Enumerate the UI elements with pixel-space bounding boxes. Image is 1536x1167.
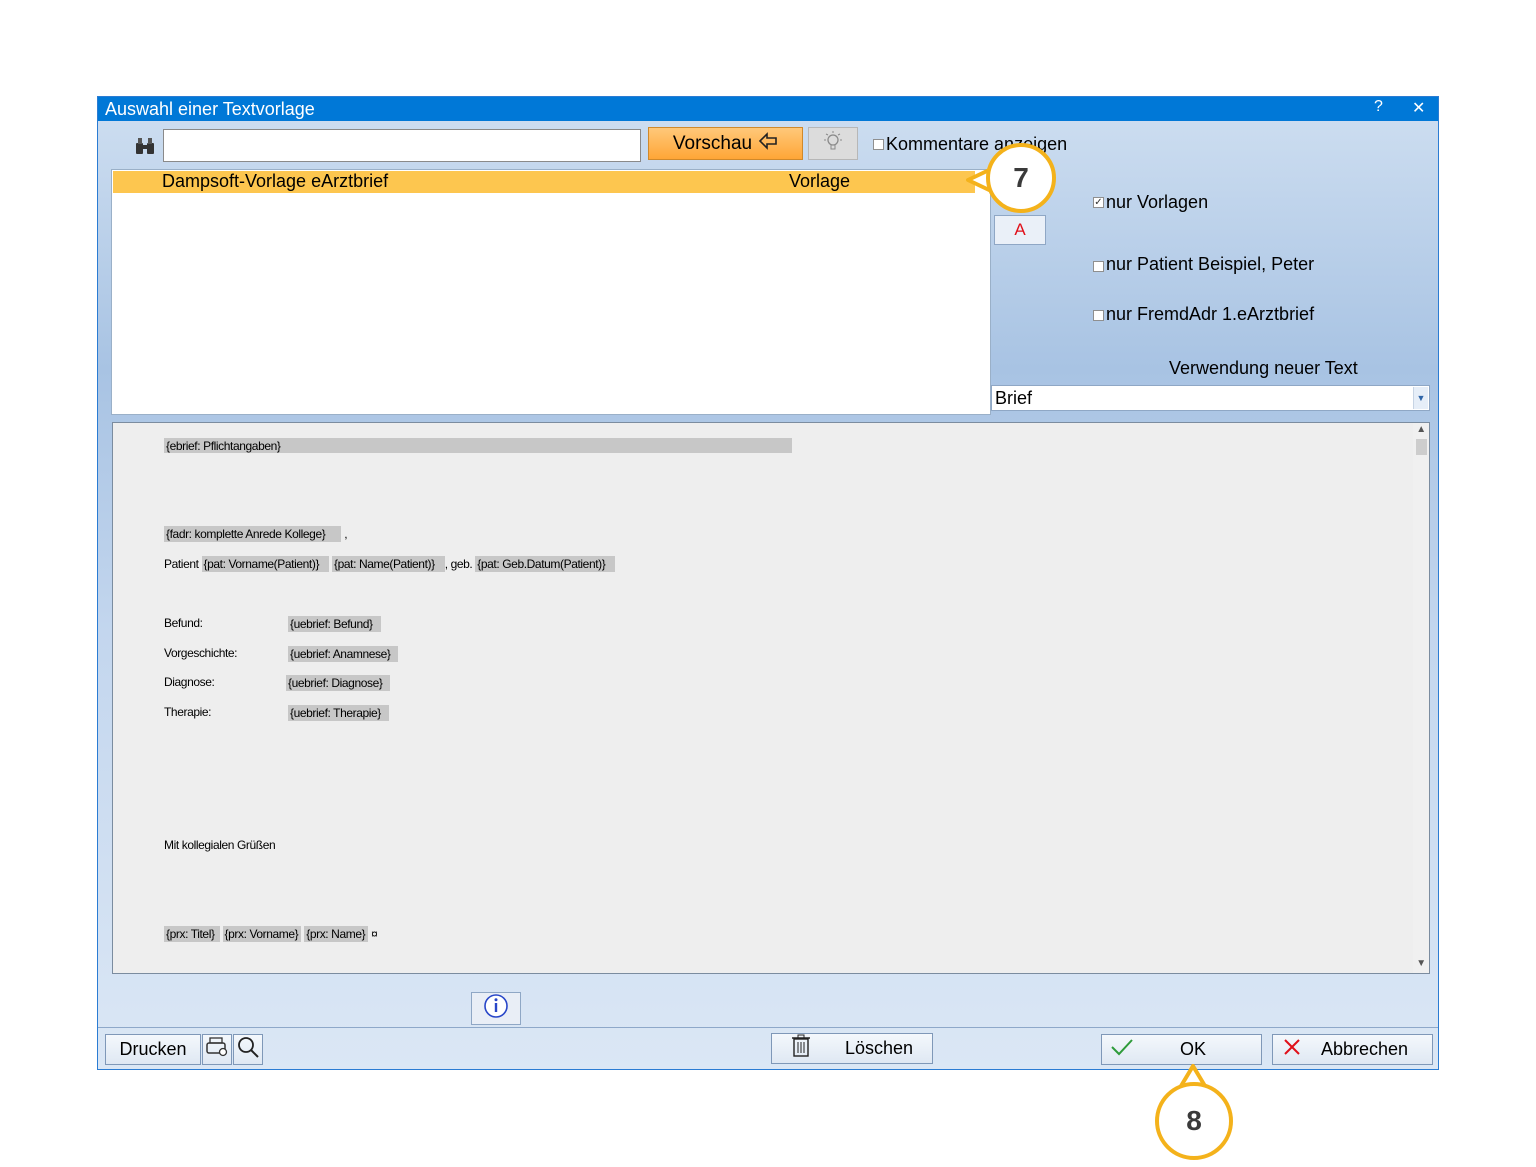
pflicht-field: {ebrief: Pflichtangaben} — [164, 438, 792, 453]
callout-badge-7: 7 — [986, 143, 1056, 213]
filter-vorlagen-checkbox[interactable]: ✓ — [1093, 197, 1104, 208]
therapie-field: {uebrief: Therapie} — [288, 705, 389, 721]
scroll-up-icon[interactable]: ▲ — [1413, 424, 1429, 438]
trash-icon — [791, 1034, 811, 1063]
template-list[interactable]: Dampsoft-Vorlage eArztbrief Vorlage — [111, 169, 991, 415]
title-bar[interactable]: Auswahl einer Textvorlage ? ✕ — [98, 97, 1438, 121]
filter-fremdadr-checkbox[interactable] — [1093, 310, 1104, 321]
document-preview[interactable]: {ebrief: Pflichtangaben} {fadr: komplett… — [112, 422, 1430, 974]
search-input[interactable] — [163, 129, 641, 162]
geb-label: , geb. — [444, 557, 473, 571]
delete-label: Löschen — [844, 1038, 914, 1058]
vorgeschichte-field: {uebrief: Anamnese} — [288, 646, 399, 662]
befund-label: Befund: — [164, 616, 203, 630]
anrede-field: {fadr: komplette Anrede Kollege} — [164, 526, 342, 542]
filter-patient-checkbox[interactable] — [1093, 261, 1104, 272]
therapie-label: Therapie: — [164, 705, 212, 719]
cancel-label: Abbrechen — [1321, 1039, 1409, 1059]
ok-label: OK — [1180, 1039, 1207, 1059]
font-a-button[interactable]: A — [994, 215, 1046, 245]
befund-field: {uebrief: Befund} — [288, 616, 381, 632]
help-button[interactable]: ? — [1374, 98, 1383, 116]
delete-button[interactable]: Löschen — [771, 1033, 933, 1064]
usage-select-value: Brief — [995, 388, 1033, 408]
pat-geb-field: {pat: Geb.Datum(Patient)} — [475, 556, 616, 572]
magnifier-icon — [236, 1035, 260, 1064]
cancel-button[interactable]: Abbrechen — [1272, 1034, 1433, 1065]
diagnose-label: Diagnose: — [164, 675, 215, 689]
usage-label: Verwendung neuer Text — [1169, 358, 1358, 378]
lightbulb-icon — [820, 130, 846, 157]
window-title: Auswahl einer Textvorlage — [105, 99, 315, 119]
list-item-name: Dampsoft-Vorlage eArztbrief — [162, 171, 389, 191]
filter-vorlagen-label: nur Vorlagen — [1106, 192, 1209, 212]
x-red-icon — [1283, 1038, 1301, 1061]
prx-name-field: {prx: Name} — [304, 926, 369, 942]
pflicht-text: {ebrief: Pflichtangaben} — [166, 439, 281, 453]
scroll-down-icon[interactable]: ▼ — [1413, 958, 1429, 972]
print-preview-button[interactable] — [233, 1034, 263, 1065]
usage-select[interactable]: Brief ▼ — [991, 385, 1430, 411]
closing-text: Mit kollegialen Grüßen — [164, 838, 276, 852]
check-icon — [1110, 1037, 1134, 1062]
close-button[interactable]: ✕ — [1412, 98, 1425, 118]
preview-button-label: Vorschau — [672, 132, 753, 154]
filter-patient-label: nur Patient Beispiel, Peter — [1106, 254, 1315, 274]
scroll-thumb[interactable] — [1416, 439, 1427, 455]
info-icon — [483, 993, 509, 1024]
paragraph-mark: ¤ — [371, 927, 378, 941]
printer-settings-button[interactable] — [202, 1034, 232, 1065]
preview-button[interactable]: Vorschau — [648, 127, 803, 160]
print-button[interactable]: Drucken — [105, 1034, 201, 1065]
lightbulb-button[interactable] — [808, 127, 858, 160]
callout-badge-8: 8 — [1155, 1082, 1233, 1160]
list-item[interactable]: Dampsoft-Vorlage eArztbrief Vorlage — [113, 171, 975, 193]
info-button[interactable] — [471, 992, 521, 1025]
anrede-suffix: , — [344, 527, 348, 541]
footer-divider — [98, 1027, 1438, 1028]
filter-fremdadr-label: nur FremdAdr 1.eArztbrief — [1106, 304, 1315, 324]
printer-gear-icon — [204, 1035, 230, 1064]
binoculars-icon[interactable] — [135, 137, 155, 160]
patient-label: Patient — [164, 557, 199, 571]
preview-scrollbar[interactable]: ▲ ▼ — [1413, 423, 1429, 973]
pat-name-field: {pat: Name(Patient)} — [331, 556, 445, 572]
comments-checkbox[interactable] — [873, 139, 884, 150]
chevron-down-icon[interactable]: ▼ — [1413, 387, 1428, 409]
pat-vorname-field: {pat: Vorname(Patient)} — [201, 556, 330, 572]
vorgeschichte-label: Vorgeschichte: — [164, 646, 238, 660]
prx-vorname-field: {prx: Vorname} — [222, 926, 302, 942]
dialog-window: Auswahl einer Textvorlage ? ✕ Vorschau K… — [97, 96, 1439, 1070]
prx-titel-field: {prx: Titel} — [164, 926, 220, 942]
list-item-type: Vorlage — [789, 171, 851, 191]
diagnose-field: {uebrief: Diagnose} — [286, 675, 391, 691]
arrow-left-icon — [758, 131, 778, 156]
